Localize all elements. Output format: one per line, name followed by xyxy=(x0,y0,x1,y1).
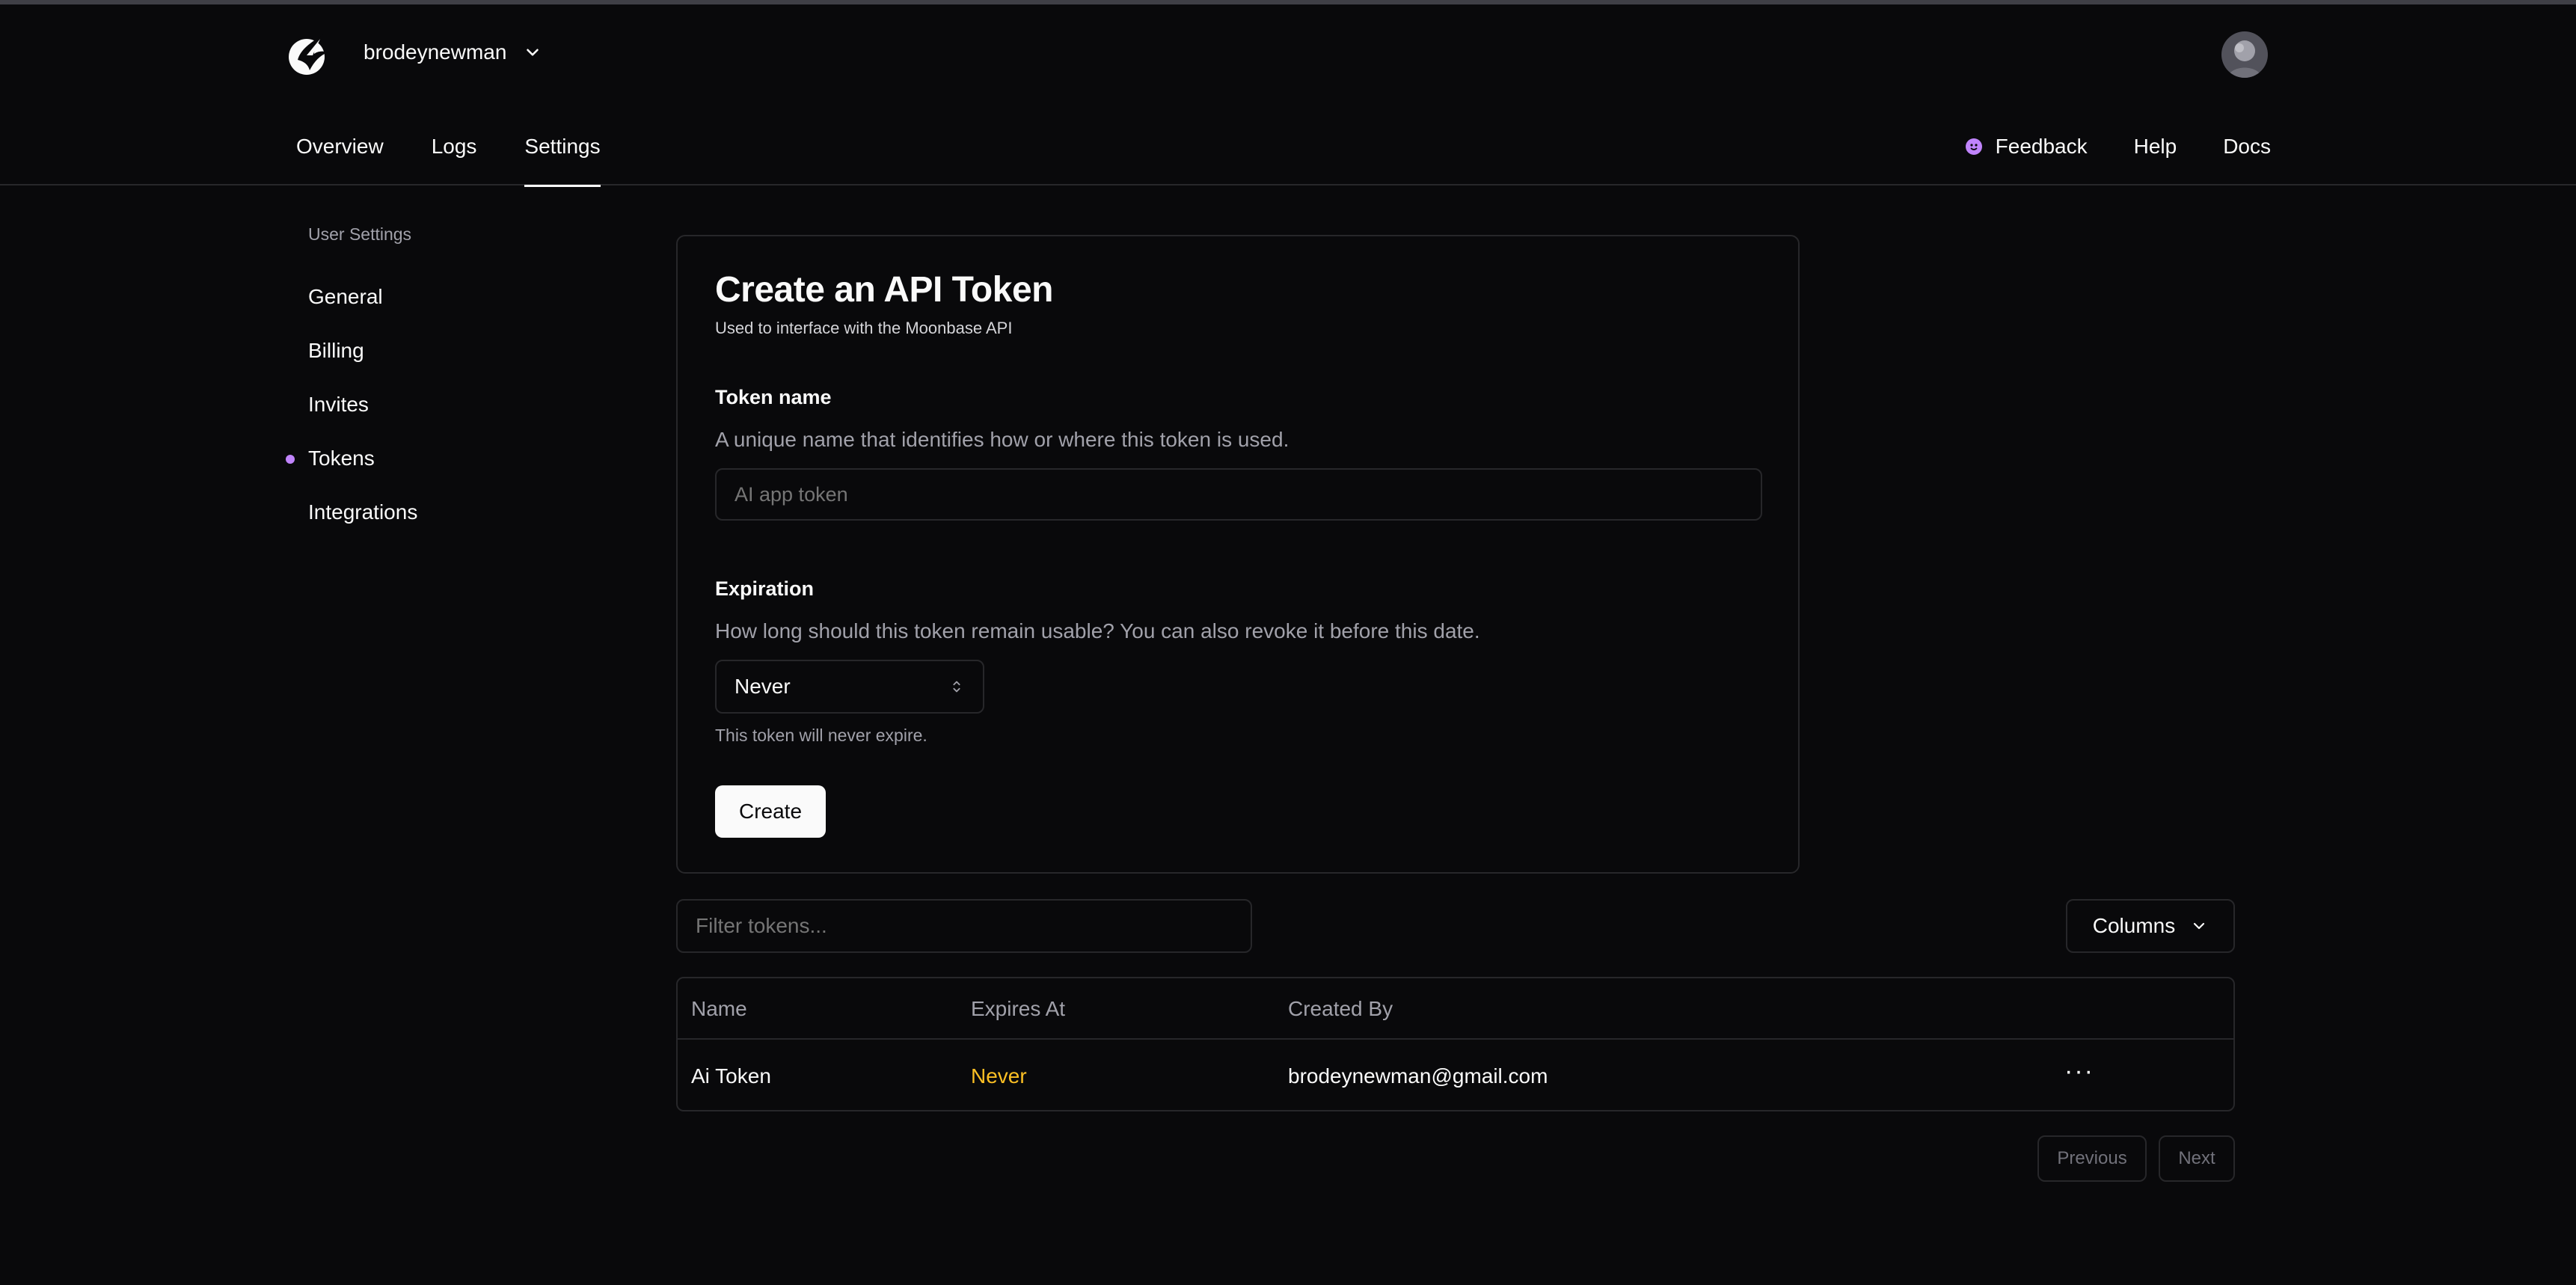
settings-sidebar: User Settings General Billing Invites To… xyxy=(284,224,583,539)
docs-link[interactable]: Docs xyxy=(2223,117,2271,177)
more-horizontal-icon[interactable]: ··· xyxy=(2064,1041,2094,1110)
feedback-link[interactable]: Feedback xyxy=(1965,117,2088,177)
create-button[interactable]: Create xyxy=(715,785,826,838)
account-switcher[interactable]: brodeynewman xyxy=(364,40,542,64)
tab-overview[interactable]: Overview xyxy=(296,117,384,185)
sidebar-item-label: General xyxy=(308,285,383,308)
next-page-button[interactable]: Next xyxy=(2159,1135,2235,1182)
expiration-label: Expiration xyxy=(715,577,815,600)
active-indicator-dot xyxy=(286,455,295,464)
account-name: brodeynewman xyxy=(364,40,507,64)
tab-settings[interactable]: Settings xyxy=(524,117,601,187)
avatar[interactable] xyxy=(2221,31,2268,78)
sidebar-item-general[interactable]: General xyxy=(308,270,583,324)
feedback-label: Feedback xyxy=(1995,135,2088,158)
columns-label: Columns xyxy=(2092,914,2176,937)
column-header-expires-at[interactable]: Expires At xyxy=(971,978,1065,1040)
sidebar-section-title: User Settings xyxy=(308,224,412,244)
top-header: brodeynewman Overview Logs Settings Feed… xyxy=(0,4,2576,187)
expiration-select[interactable]: Never xyxy=(715,660,984,714)
column-header-created-by[interactable]: Created By xyxy=(1288,978,1393,1040)
filter-tokens-input[interactable] xyxy=(676,899,1252,953)
token-name-description: A unique name that identifies how or whe… xyxy=(715,428,1289,451)
chevron-down-icon xyxy=(527,49,539,56)
create-token-card: Create an API Token Used to interface wi… xyxy=(676,235,1800,874)
sidebar-item-invites[interactable]: Invites xyxy=(308,378,583,432)
table-header: Name Expires At Created By xyxy=(678,978,2233,1040)
feedback-dot-icon xyxy=(1965,138,1982,155)
sidebar-item-label: Invites xyxy=(308,393,369,416)
main-nav-tabs: Overview Logs Settings xyxy=(296,117,648,187)
table-row[interactable]: Ai Token Never brodeynewman@gmail.com ··… xyxy=(678,1041,2233,1110)
expiration-selected-value: Never xyxy=(735,675,791,698)
token-created-by-cell: brodeynewman@gmail.com xyxy=(1288,1064,1548,1088)
token-name-cell: Ai Token xyxy=(691,1064,771,1088)
expiration-hint: This token will never expire. xyxy=(715,726,927,745)
token-expires-cell: Never xyxy=(971,1064,1027,1088)
sidebar-item-label: Integrations xyxy=(308,500,418,524)
header-links: Feedback Help Docs xyxy=(1919,117,2271,177)
columns-button[interactable]: Columns xyxy=(2066,899,2235,953)
tab-logs[interactable]: Logs xyxy=(432,117,477,185)
previous-page-button[interactable]: Previous xyxy=(2037,1135,2147,1182)
sidebar-item-tokens[interactable]: Tokens xyxy=(286,432,583,485)
expiration-description: How long should this token remain usable… xyxy=(715,619,1480,642)
tokens-table: Name Expires At Created By Ai Token Neve… xyxy=(676,977,2235,1111)
token-name-input[interactable] xyxy=(715,468,1762,521)
card-subtitle: Used to interface with the Moonbase API xyxy=(715,319,1013,337)
help-link[interactable]: Help xyxy=(2134,117,2177,177)
chevron-down-icon xyxy=(2194,922,2205,930)
sidebar-item-integrations[interactable]: Integrations xyxy=(308,485,583,539)
card-title: Create an API Token xyxy=(715,270,1053,310)
moonbase-logo-icon[interactable] xyxy=(284,30,332,78)
column-header-name[interactable]: Name xyxy=(691,978,747,1040)
token-name-label: Token name xyxy=(715,386,832,408)
sidebar-item-billing[interactable]: Billing xyxy=(308,324,583,378)
sidebar-item-label: Tokens xyxy=(308,447,375,470)
sidebar-item-label: Billing xyxy=(308,339,364,362)
chevron-up-down-icon xyxy=(953,681,960,693)
